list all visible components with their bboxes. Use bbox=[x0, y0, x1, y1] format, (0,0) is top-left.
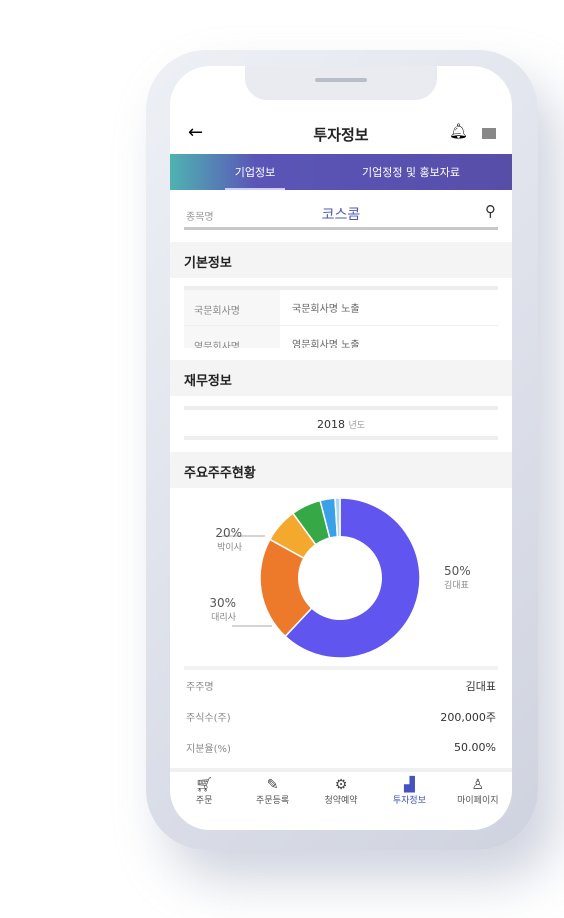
row-key: 주식수(주) bbox=[186, 713, 231, 724]
menu-icon[interactable] bbox=[482, 128, 496, 139]
nav-mypage[interactable]: ♙ 마이페이지 bbox=[444, 772, 512, 820]
tab-disclosure[interactable]: 기업정정 및 홍보자료 bbox=[310, 154, 512, 190]
notch bbox=[245, 66, 437, 100]
row-key: 영문회사명 bbox=[184, 326, 280, 348]
phone-screen: ← 투자정보 🔔︎ 기업정보 기업정정 및 홍보자료 종목명 코스콤 ⚲ 기본정… bbox=[170, 66, 512, 830]
holder-detail-table: 주주명 김대표 주식수(주) 200,000주 지분율(%) 50.00% bbox=[184, 666, 498, 763]
tab-company-info[interactable]: 기업정보 bbox=[225, 154, 285, 190]
row-value: 200,000주 bbox=[440, 710, 496, 724]
row-key: 지분율(%) bbox=[186, 744, 231, 755]
year-value: 2018 bbox=[316, 418, 345, 431]
year-suffix: 년도 bbox=[348, 421, 366, 431]
row-key: 국문회사명 bbox=[184, 290, 280, 325]
cart-icon: 🛒︎ bbox=[195, 777, 214, 793]
bell-icon[interactable]: 🔔︎ bbox=[449, 122, 468, 140]
row-value: 국문회사명 노출 bbox=[292, 304, 360, 315]
nav-order-register[interactable]: ✎ 주문등록 bbox=[238, 772, 306, 820]
tab-bar: 기업정보 기업정정 및 홍보자료 bbox=[170, 154, 512, 190]
search-icon[interactable]: ⚲ bbox=[485, 202, 496, 220]
basic-table: 국문회사명 국문회사명 노출 영문회사명영문회사명 노출 bbox=[184, 286, 498, 348]
label-holder-1: 50% 김대표 bbox=[444, 564, 471, 591]
search-input[interactable]: 코스콤 bbox=[184, 204, 498, 224]
nav-subscription[interactable]: ⚙ 청약예약 bbox=[307, 772, 375, 820]
nav-invest-info[interactable]: ▟ 투자정보 bbox=[375, 772, 443, 820]
section-basic-title: 기본정보 bbox=[170, 242, 512, 278]
row-key: 주주명 bbox=[186, 682, 214, 693]
label-holder-2: 30% 대리사 bbox=[209, 596, 236, 623]
section-holders-title: 주요주주현황 bbox=[170, 452, 512, 488]
row-value: 영문회사명 노출 bbox=[292, 340, 360, 348]
search-field[interactable]: 종목명 코스콤 ⚲ bbox=[184, 198, 498, 230]
bottom-nav: 🛒︎ 주문 ✎ 주문등록 ⚙ 청약예약 ▟ 투자정보 ♙ 마이페이지 bbox=[170, 768, 512, 820]
chart-icon: ▟ bbox=[404, 777, 415, 793]
row-value: 50.00% bbox=[454, 741, 496, 754]
label-holder-3: 20% 박이사 bbox=[215, 526, 242, 553]
section-finance-title: 재무정보 bbox=[170, 360, 512, 396]
user-icon: ♙ bbox=[471, 777, 485, 793]
app-header: ← 투자정보 🔔︎ bbox=[170, 118, 512, 150]
gear-icon: ⚙ bbox=[334, 777, 348, 793]
row-value: 김대표 bbox=[465, 679, 496, 693]
year-selector[interactable]: 2018 년도 bbox=[184, 406, 498, 440]
donut-hole bbox=[298, 536, 382, 620]
pen-icon: ✎ bbox=[266, 777, 279, 793]
nav-order[interactable]: 🛒︎ 주문 bbox=[170, 772, 238, 820]
